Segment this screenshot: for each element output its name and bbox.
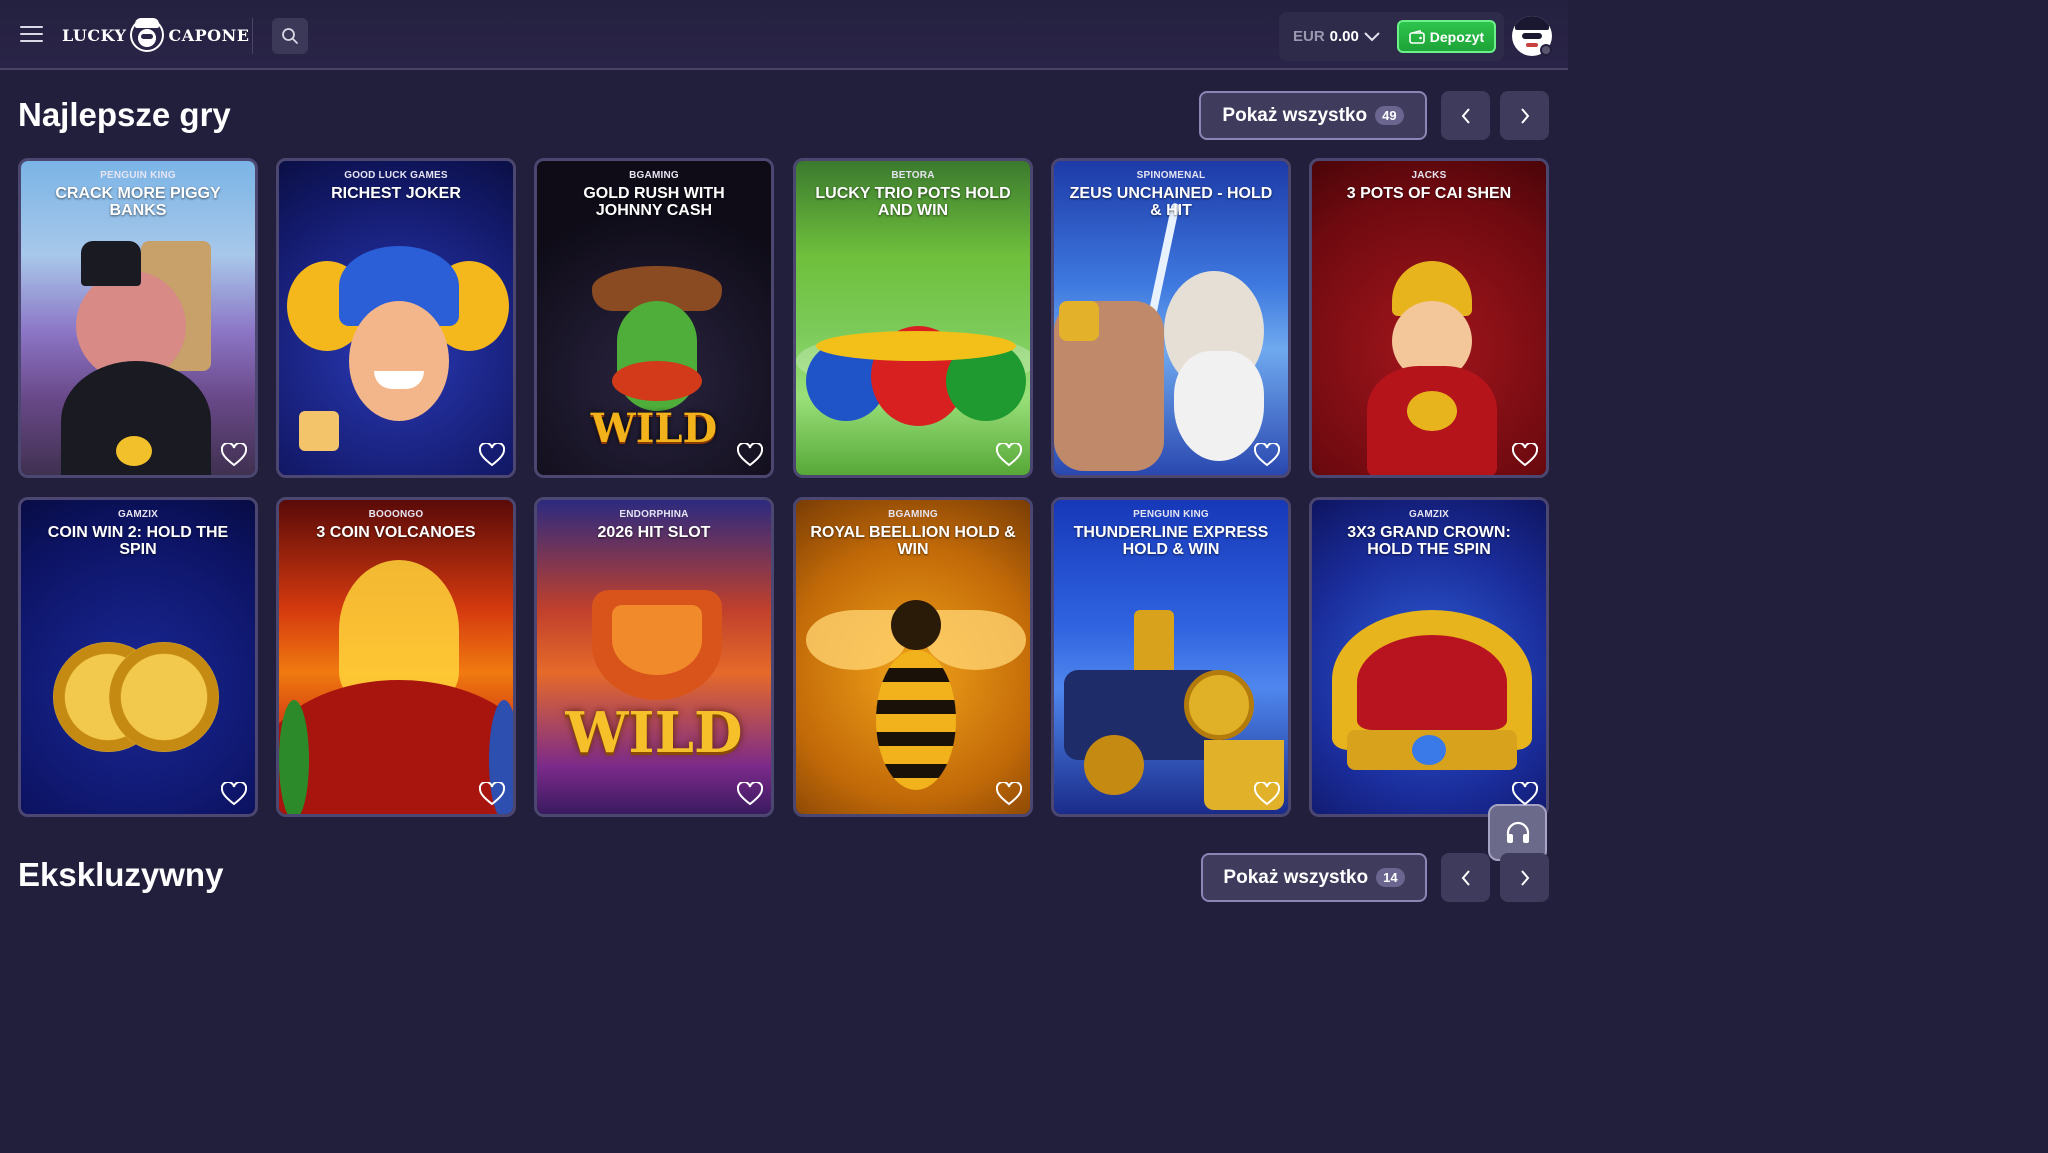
section-title: Najlepsze gry bbox=[18, 96, 231, 133]
game-title: COIN WIN 2: HOLD THE SPIN bbox=[47, 524, 229, 558]
heart-icon[interactable] bbox=[737, 782, 763, 806]
heart-icon[interactable] bbox=[1512, 443, 1538, 467]
heart-icon[interactable] bbox=[479, 782, 505, 806]
chevron-left-icon bbox=[1461, 107, 1470, 124]
show-all-label: Pokaż wszystko bbox=[1222, 104, 1368, 126]
carousel-next-button[interactable] bbox=[1500, 853, 1549, 902]
deposit-button[interactable]: Depozyt bbox=[1397, 20, 1496, 53]
game-provider: PENGUIN KING bbox=[100, 170, 176, 181]
game-title: THUNDERLINE EXPRESS HOLD & WIN bbox=[1073, 524, 1269, 558]
show-all-button[interactable]: Pokaż wszystko 49 bbox=[1199, 91, 1427, 140]
heart-icon[interactable] bbox=[221, 443, 247, 467]
balance-currency: EUR bbox=[1293, 28, 1325, 45]
hamburger-icon[interactable] bbox=[20, 26, 43, 44]
balance-panel: EUR 0.00 Depozyt bbox=[1279, 12, 1504, 61]
game-thumbnail bbox=[1312, 161, 1546, 475]
balance-amount: 0.00 bbox=[1329, 28, 1359, 45]
deposit-label: Depozyt bbox=[1429, 28, 1485, 45]
game-thumbnail bbox=[279, 500, 513, 814]
chevron-right-icon bbox=[1520, 107, 1529, 124]
game-thumbnail bbox=[537, 500, 771, 814]
game-title: GOLD RUSH WITH JOHNNY CASH bbox=[583, 185, 725, 219]
carousel-prev-button[interactable] bbox=[1441, 853, 1490, 902]
game-provider: PENGUIN KING bbox=[1133, 509, 1209, 520]
games-count-badge: 49 bbox=[1375, 106, 1404, 125]
carousel-next-button[interactable] bbox=[1500, 91, 1549, 140]
game-provider: GOOD LUCK GAMES bbox=[344, 170, 448, 181]
games-count-badge: 14 bbox=[1376, 868, 1405, 887]
logo-text-right: CAPONE bbox=[168, 25, 250, 45]
game-provider: JACKS bbox=[1411, 170, 1447, 181]
game-title: ROYAL BEELLION HOLD & WIN bbox=[810, 524, 1016, 558]
game-card[interactable]: PENGUIN KING CRACK MORE PIGGY BANKS bbox=[18, 158, 258, 478]
heart-icon[interactable] bbox=[737, 443, 763, 467]
logo-mascot-icon bbox=[130, 18, 165, 52]
heart-icon[interactable] bbox=[996, 443, 1022, 467]
game-title: 2026 HIT SLOT bbox=[597, 524, 711, 541]
top-bar: LUCKY CAPONE EUR 0.00 Depozyt bbox=[0, 0, 1568, 70]
game-thumbnail bbox=[279, 161, 513, 475]
show-all-button[interactable]: Pokaż wszystko 14 bbox=[1201, 853, 1427, 902]
game-card[interactable]: JACKS 3 POTS OF CAI SHEN bbox=[1309, 158, 1549, 478]
avatar-status-badge bbox=[1540, 44, 1552, 56]
heart-icon[interactable] bbox=[996, 782, 1022, 806]
game-card[interactable]: GAMZIX COIN WIN 2: HOLD THE SPIN bbox=[18, 497, 258, 817]
balance-dropdown[interactable]: EUR 0.00 bbox=[1293, 12, 1380, 61]
game-provider: GAMZIX bbox=[117, 509, 159, 520]
game-title: RICHEST JOKER bbox=[331, 185, 461, 202]
chevron-right-icon bbox=[1520, 869, 1529, 886]
game-card[interactable]: BETORA LUCKY TRIO POTS HOLD AND WIN bbox=[793, 158, 1033, 478]
game-provider: BOOONGO bbox=[368, 509, 424, 520]
wild-symbol: WILD bbox=[590, 405, 718, 452]
game-provider: GAMZIX bbox=[1408, 509, 1450, 520]
game-title: 3X3 GRAND CROWN: HOLD THE SPIN bbox=[1347, 524, 1511, 558]
chevron-left-icon bbox=[1461, 869, 1470, 886]
game-card[interactable]: BGAMING ROYAL BEELLION HOLD & WIN bbox=[793, 497, 1033, 817]
wallet-icon bbox=[1408, 29, 1425, 44]
heart-icon[interactable] bbox=[479, 443, 505, 467]
game-title: ZEUS UNCHAINED - HOLD & HIT bbox=[1069, 185, 1273, 219]
section-title: Ekskluzywny bbox=[18, 856, 224, 893]
chevron-down-icon bbox=[1364, 31, 1380, 41]
game-card[interactable]: BGAMING GOLD RUSH WITH JOHNNY CASH WILD bbox=[534, 158, 774, 478]
game-title: 3 COIN VOLCANOES bbox=[316, 524, 476, 541]
game-provider: BGAMING bbox=[629, 170, 679, 181]
game-card[interactable]: GAMZIX 3X3 GRAND CROWN: HOLD THE SPIN bbox=[1309, 497, 1549, 817]
game-title: LUCKY TRIO POTS HOLD AND WIN bbox=[815, 185, 1011, 219]
game-card[interactable]: ENDORPHINA 2026 HIT SLOT WILD bbox=[534, 497, 774, 817]
heart-icon[interactable] bbox=[1254, 782, 1280, 806]
game-title: CRACK MORE PIGGY BANKS bbox=[55, 185, 221, 219]
search-button[interactable] bbox=[272, 18, 308, 54]
carousel-prev-button[interactable] bbox=[1441, 91, 1490, 140]
wild-symbol: WILD bbox=[565, 700, 743, 766]
headset-icon bbox=[1506, 821, 1529, 843]
game-provider: ENDORPHINA bbox=[619, 509, 689, 520]
logo-text-left: LUCKY bbox=[62, 25, 127, 45]
game-card[interactable]: BOOONGO 3 COIN VOLCANOES bbox=[276, 497, 516, 817]
game-card[interactable]: GOOD LUCK GAMES RICHEST JOKER bbox=[276, 158, 516, 478]
game-provider: BGAMING bbox=[888, 509, 938, 520]
show-all-label: Pokaż wszystko bbox=[1223, 866, 1369, 888]
game-provider: SPINOMENAL bbox=[1136, 170, 1206, 181]
header-divider bbox=[252, 18, 253, 54]
game-card[interactable]: SPINOMENAL ZEUS UNCHAINED - HOLD & HIT bbox=[1051, 158, 1291, 478]
game-card[interactable]: PENGUIN KING THUNDERLINE EXPRESS HOLD & … bbox=[1051, 497, 1291, 817]
search-icon bbox=[282, 28, 298, 44]
site-logo[interactable]: LUCKY CAPONE bbox=[62, 16, 249, 54]
heart-icon[interactable] bbox=[1254, 443, 1280, 467]
heart-icon[interactable] bbox=[221, 782, 247, 806]
game-title: 3 POTS OF CAI SHEN bbox=[1346, 185, 1512, 202]
heart-icon[interactable] bbox=[1512, 782, 1538, 806]
game-provider: BETORA bbox=[891, 170, 935, 181]
